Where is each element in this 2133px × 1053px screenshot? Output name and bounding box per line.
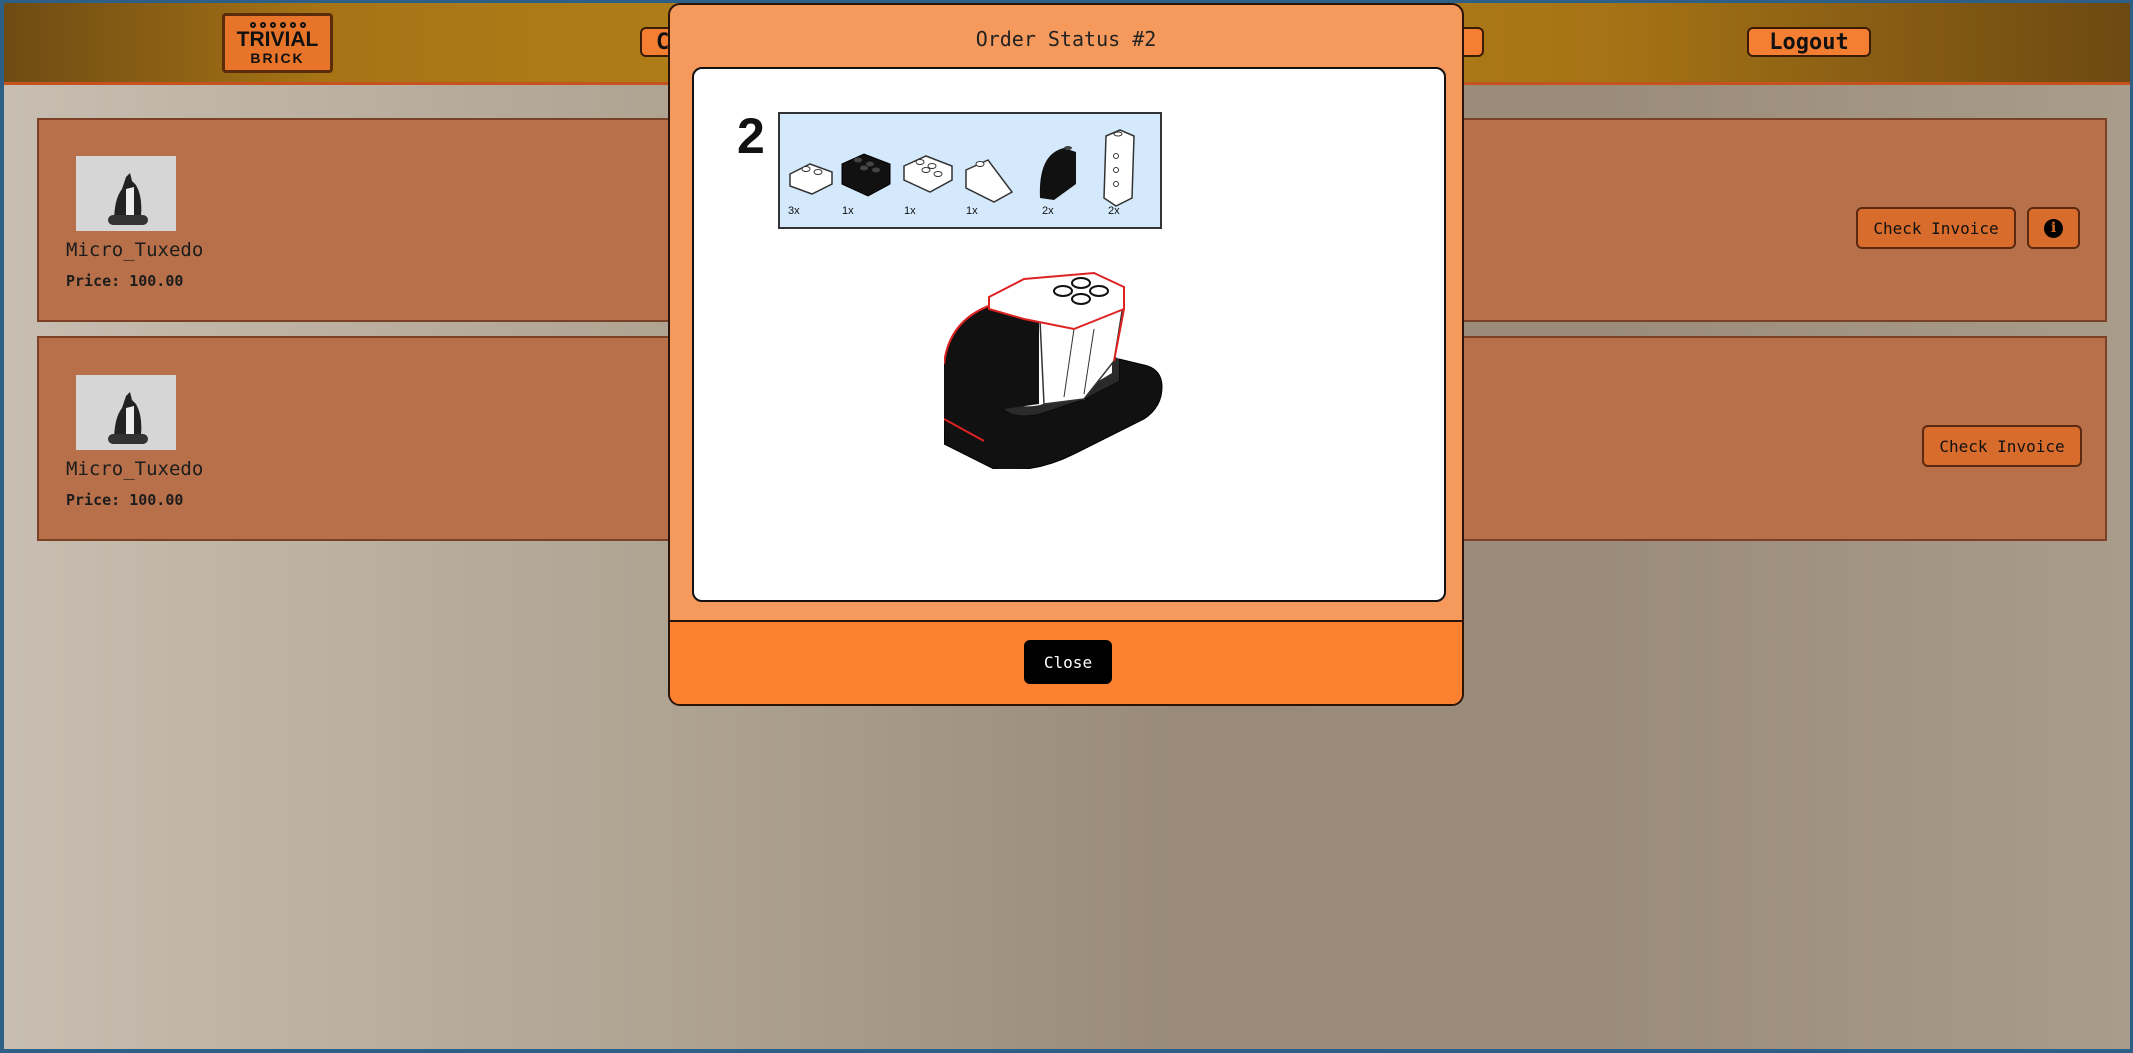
parts-list: 3x 1x 1x 1x 2x 2x [778,112,1162,229]
info-icon: i [2044,218,2063,238]
modal-footer: Close [670,620,1462,704]
parts-illustration: 3x 1x 1x 1x 2x 2x [788,129,1135,217]
product-price: Price: 100.00 [66,491,184,509]
tuxedo-figure-image [108,172,148,225]
part-white-tall-brick-icon [1103,129,1135,207]
part-black-brick-icon [841,153,891,197]
part-qty: 2x [1042,205,1054,217]
part-qty: 1x [966,205,978,217]
app-window: TRIVIAL BRICK C Logout Micro_Tuxedo Pric… [4,3,2130,1049]
part-qty: 2x [1108,205,1120,217]
check-invoice-button[interactable]: Check Invoice [1856,207,2016,249]
part-white-plate-icon [903,155,953,193]
instruction-panel: 2 3x 1x 1x 1x 2x 2x [692,67,1446,602]
assembly-step-illustration [944,271,1163,469]
part-black-curved-slope-icon [1039,146,1076,200]
part-qty: 3x [788,205,800,217]
product-thumbnail [76,156,176,231]
close-button[interactable]: Close [1024,640,1112,684]
logo-text-top: TRIVIAL [236,27,319,51]
part-white-plate-icon [789,163,833,195]
product-thumbnail [76,375,176,450]
logo-studs [249,21,306,28]
part-qty: 1x [842,205,854,217]
logout-button[interactable]: Logout [1747,27,1871,57]
logo-text-bottom: BRICK [250,49,305,66]
info-button[interactable]: i [2027,207,2080,249]
trivial-brick-logo[interactable]: TRIVIAL BRICK [222,13,333,73]
order-status-modal: Order Status #2 2 3x 1x 1x 1x 2x 2x Clos… [668,3,1464,706]
product-name: Micro_Tuxedo [66,239,204,261]
part-qty: 1x [904,205,916,217]
tuxedo-figure-image [108,391,148,444]
check-invoice-button[interactable]: Check Invoice [1922,425,2082,467]
modal-title: Order Status #2 [975,27,1157,51]
product-price: Price: 100.00 [66,272,184,290]
part-white-slope-icon [965,159,1014,203]
product-name: Micro_Tuxedo [66,458,204,480]
step-number: 2 [737,108,765,164]
